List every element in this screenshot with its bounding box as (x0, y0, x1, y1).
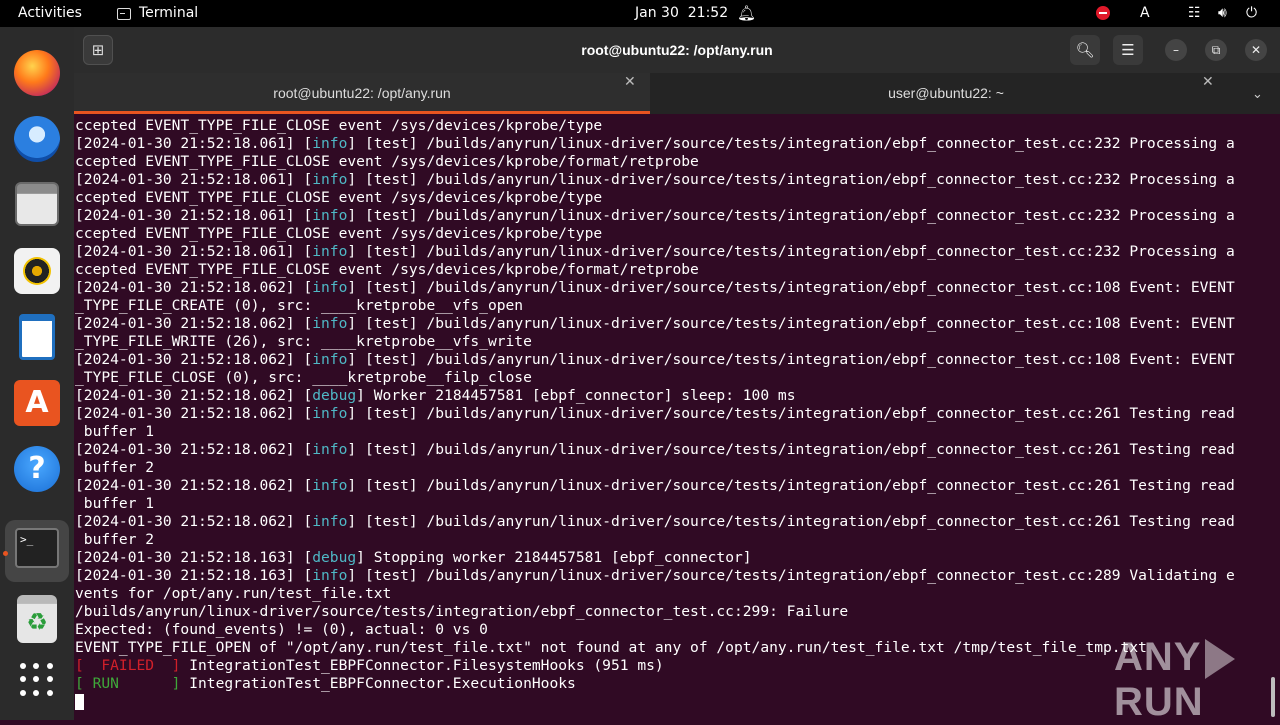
prompt-line[interactable] (75, 693, 1269, 711)
network-icon[interactable]: ☷ (1188, 0, 1201, 27)
terminal-line: _TYPE_FILE_CLOSE (0), src: ____kretprobe… (75, 369, 532, 386)
trash-icon[interactable]: ♻ (17, 595, 57, 643)
terminal-line: [2024-01-30 21:52:18.061] [info] [test] … (75, 171, 1235, 188)
terminal-line: [2024-01-30 21:52:18.062] [info] [test] … (75, 441, 1235, 458)
terminal-line: _TYPE_FILE_WRITE (26), src: ____kretprob… (75, 333, 532, 350)
terminal-line: [2024-01-30 21:52:18.062] [debug] Worker… (75, 387, 796, 404)
firefox-icon[interactable] (14, 50, 60, 96)
terminal-line: Expected: (found_events) != (0), actual:… (75, 621, 488, 638)
terminal-line: ccepted EVENT_TYPE_FILE_CLOSE event /sys… (75, 117, 603, 134)
rhythmbox-icon[interactable] (14, 248, 60, 294)
libreoffice-writer-icon[interactable] (19, 314, 55, 360)
terminal-line: [2024-01-30 21:52:18.061] [info] [test] … (75, 243, 1235, 260)
terminal-line: EVENT_TYPE_FILE_OPEN of "/opt/any.run/te… (75, 639, 1147, 656)
minimize-button[interactable]: – (1165, 39, 1187, 61)
system-tray[interactable]: A ☷ 🔊︎ ⏻ (1080, 0, 1280, 27)
tab-user[interactable]: user@ubuntu22: ~ (658, 73, 1234, 114)
clock-time: 21:52 (687, 5, 729, 21)
terminal-line: [2024-01-30 21:52:18.061] [info] [test] … (75, 135, 1235, 152)
terminal-window: root@ubuntu22: /opt/any.run ⊞ 🔍︎ ☰ – ⧉ ✕… (74, 27, 1280, 724)
terminal-line: ccepted EVENT_TYPE_FILE_CLOSE event /sys… (75, 261, 699, 278)
running-indicator (3, 551, 8, 556)
terminal-line: [2024-01-30 21:52:18.062] [info] [test] … (75, 405, 1235, 422)
chevron-down-icon[interactable]: ⌄ (1252, 73, 1263, 114)
tab-label: root@ubuntu22: /opt/any.run (273, 85, 451, 101)
terminal-line: [2024-01-30 21:52:18.062] [info] [test] … (75, 351, 1235, 368)
terminal-line: _TYPE_FILE_CREATE (0), src: ____kretprob… (75, 297, 524, 314)
terminal-line: buffer 1 (75, 423, 155, 440)
record-icon[interactable] (1096, 6, 1110, 20)
files-icon[interactable] (15, 182, 59, 226)
power-icon[interactable]: ⏻ (1246, 0, 1257, 27)
terminal-line: [2024-01-30 21:52:18.062] [info] [test] … (75, 477, 1235, 494)
maximize-button[interactable]: ⧉ (1205, 39, 1227, 61)
terminal-line: buffer 2 (75, 531, 155, 548)
tab-bar: root@ubuntu22: /opt/any.run ✕ user@ubunt… (74, 73, 1280, 114)
tab-label: user@ubuntu22: ~ (888, 85, 1004, 101)
dock: A ? >_ ♻ (0, 27, 74, 720)
terminal-line: [2024-01-30 21:52:18.062] [info] [test] … (75, 315, 1235, 332)
thunderbird-icon[interactable] (14, 116, 60, 162)
clock[interactable]: Jan 30 21:52 (635, 0, 728, 27)
app-center-icon[interactable]: A (14, 380, 60, 426)
search-button[interactable]: 🔍︎ (1070, 35, 1100, 65)
tab-close-icon[interactable]: ✕ (624, 73, 636, 90)
terminal-line: ccepted EVENT_TYPE_FILE_CLOSE event /sys… (75, 189, 603, 206)
terminal-line: ccepted EVENT_TYPE_FILE_CLOSE event /sys… (75, 153, 699, 170)
terminal-line: [2024-01-30 21:52:18.062] [info] [test] … (75, 279, 1235, 296)
menu-button[interactable]: ☰ (1113, 35, 1143, 65)
text-cursor (75, 694, 84, 710)
terminal-line: [ RUN ] IntegrationTest_EBPFConnector.Ex… (75, 675, 576, 692)
terminal-line: buffer 1 (75, 495, 155, 512)
tab-close-icon[interactable]: ✕ (1202, 73, 1214, 90)
clock-date: Jan 30 (635, 5, 679, 21)
new-tab-button[interactable]: ⊞ (83, 35, 113, 65)
close-button[interactable]: ✕ (1245, 39, 1267, 61)
help-icon[interactable]: ? (14, 446, 60, 492)
watermark-logo: ANYRUN (1114, 635, 1280, 725)
terminal-line: /builds/anyrun/linux-driver/source/tests… (75, 603, 849, 620)
terminal-line: [ FAILED ] IntegrationTest_EBPFConnector… (75, 657, 664, 674)
app-menu-terminal[interactable]: Terminal (117, 0, 198, 27)
activities-button[interactable]: Activities (18, 0, 82, 27)
terminal-line: buffer 2 (75, 459, 155, 476)
terminal-line: [2024-01-30 21:52:18.163] [info] [test] … (75, 567, 1235, 584)
volume-icon[interactable]: 🔊︎ (1218, 0, 1227, 27)
keyboard-indicator[interactable]: A (1140, 0, 1150, 27)
terminal-output[interactable]: ccepted EVENT_TYPE_FILE_CLOSE event /sys… (75, 117, 1269, 717)
bell-icon: 🔔︎ (737, 4, 757, 22)
title-bar[interactable]: root@ubuntu22: /opt/any.run ⊞ 🔍︎ ☰ – ⧉ ✕ (74, 27, 1280, 73)
terminal-line: [2024-01-30 21:52:18.061] [info] [test] … (75, 207, 1235, 224)
terminal-icon (117, 7, 131, 20)
terminal-line: [2024-01-30 21:52:18.062] [info] [test] … (75, 513, 1235, 530)
show-apps-icon[interactable] (20, 663, 54, 697)
tab-root[interactable]: root@ubuntu22: /opt/any.run (74, 73, 650, 114)
terminal-icon[interactable]: >_ (15, 528, 59, 568)
terminal-line: [2024-01-30 21:52:18.163] [debug] Stoppi… (75, 549, 752, 566)
app-name-label: Terminal (139, 5, 199, 21)
top-bar: Activities Terminal Jan 30 21:52 🔔︎ A ☷ … (0, 0, 1280, 27)
terminal-line: ccepted EVENT_TYPE_FILE_CLOSE event /sys… (75, 225, 603, 242)
terminal-line: vents for /opt/any.run/test_file.txt (75, 585, 392, 602)
